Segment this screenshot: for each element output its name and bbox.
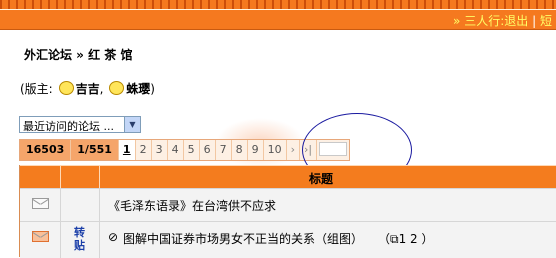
banner-divider	[0, 9, 556, 10]
topic-pages: （⧉1 2 ）	[378, 230, 434, 247]
page-link[interactable]: 6	[200, 140, 216, 160]
recent-forums-select[interactable]: 最近访问的论坛 ... ▼	[19, 116, 141, 133]
moderators-suffix: )	[150, 82, 155, 96]
table-row: 转贴 ⊘ 图解中国证券市场男女不正当的关系（组图） （⧉1 2 ）	[20, 221, 556, 258]
short-message-link[interactable]: 短	[540, 14, 552, 28]
page-link[interactable]: 4	[168, 140, 184, 160]
smiley-icon	[109, 81, 125, 95]
breadcrumb[interactable]: 外汇论坛 » 红 茶 馆	[24, 46, 132, 63]
topic-link[interactable]: 图解中国证券市场男女不正当的关系（组图）	[123, 230, 363, 247]
page-link[interactable]: 9	[248, 140, 264, 160]
paperclip-icon: ⊘	[108, 230, 119, 244]
page-link-current[interactable]: 1	[118, 140, 136, 160]
pages-icon: ⧉	[390, 232, 399, 246]
paren: （	[378, 232, 391, 246]
banner-bottom-border	[0, 29, 556, 30]
envelope-hot-icon	[32, 231, 49, 242]
pager: 16503 1/551 1 2 3 4 5 6 7 8 9 10 › ›|	[19, 139, 351, 161]
user-links: » 三人行:退出 | 短	[453, 12, 552, 29]
topic-page-links[interactable]: 1 2 ）	[399, 232, 434, 246]
page-link[interactable]: 10	[264, 140, 287, 160]
moderators-line: (版主: 吉吉, 蛛璎)	[20, 80, 155, 97]
next-page-link[interactable]: ›	[287, 140, 300, 160]
chevron-down-icon[interactable]: ▼	[124, 117, 140, 132]
link-divider: |	[532, 14, 537, 28]
page-link[interactable]: 7	[216, 140, 232, 160]
topic-link[interactable]: 《毛泽东语录》在台湾供不应求	[108, 197, 276, 214]
type-cell	[61, 189, 100, 221]
column-divider	[60, 166, 61, 188]
table-header: 标题	[20, 165, 556, 188]
page-link[interactable]: 3	[152, 140, 168, 160]
moderators-prefix: (版主:	[20, 82, 53, 96]
status-cell	[20, 189, 61, 221]
moderator-link-1[interactable]: 吉吉	[76, 82, 100, 96]
total-topics: 16503	[20, 140, 72, 160]
username-link[interactable]: 三人行	[464, 14, 500, 28]
page-link[interactable]: 2	[136, 140, 152, 160]
page-info: 1/551	[71, 140, 119, 160]
smiley-icon	[58, 81, 74, 95]
column-divider	[99, 166, 100, 188]
page-link[interactable]: 5	[184, 140, 200, 160]
repost-tag: 转贴	[74, 226, 85, 252]
table-row: 《毛泽东语录》在台湾供不应求	[20, 188, 556, 221]
column-title-header: 标题	[309, 172, 334, 186]
select-value: 最近访问的论坛 ...	[23, 120, 114, 133]
banner-pattern	[0, 0, 556, 9]
top-banner: » 三人行:退出 | 短	[0, 0, 556, 30]
moderator-link-2[interactable]: 蛛璎	[126, 82, 150, 96]
envelope-icon	[32, 198, 49, 209]
status-cell	[20, 222, 61, 258]
comma: ,	[99, 82, 104, 96]
topic-table: 标题 《毛泽东语录》在台湾供不应求 转贴 ⊘ 图解中国证券市场男女不正当的关系（…	[19, 165, 556, 258]
page-link[interactable]: 8	[232, 140, 248, 160]
bullet-icon: »	[453, 14, 461, 28]
logout-link[interactable]: 退出	[504, 14, 528, 28]
